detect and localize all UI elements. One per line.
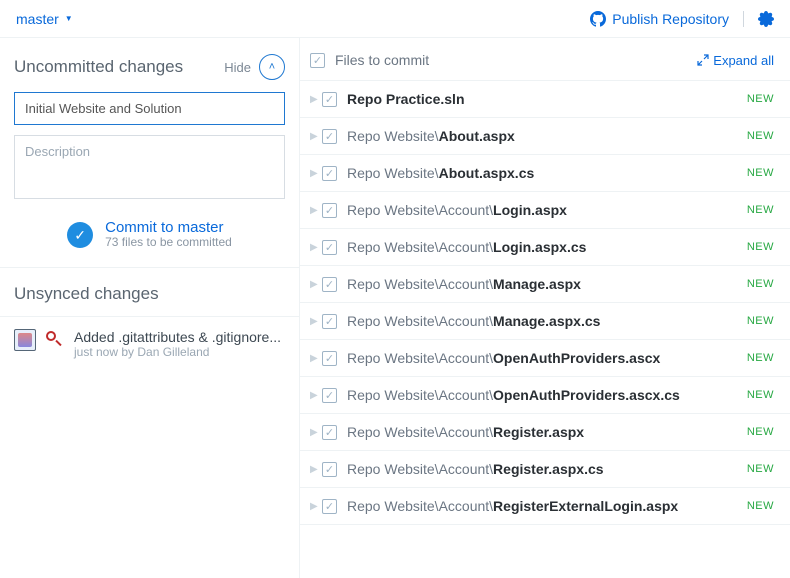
file-path: Repo Website\Account\OpenAuthProviders.a…	[347, 387, 747, 403]
file-path: Repo Practice.sln	[347, 91, 747, 107]
file-path: Repo Website\About.aspx.cs	[347, 165, 747, 181]
file-status-badge: NEW	[747, 426, 774, 438]
file-status-badge: NEW	[747, 130, 774, 142]
section-title: Uncommitted changes	[14, 57, 224, 77]
commit-button-sub: 73 files to be committed	[105, 235, 232, 251]
file-checkbox[interactable]	[322, 203, 337, 218]
file-checkbox[interactable]	[322, 388, 337, 403]
commit-button[interactable]: ✓ Commit to master 73 files to be commit…	[14, 220, 285, 251]
file-status-badge: NEW	[747, 463, 774, 475]
file-row[interactable]: ▶ Repo Website\About.aspxNEW	[300, 118, 790, 155]
file-path: Repo Website\Account\Manage.aspx.cs	[347, 313, 747, 329]
expand-caret-icon[interactable]: ▶	[310, 205, 322, 216]
file-row[interactable]: ▶ Repo Website\About.aspx.csNEW	[300, 155, 790, 192]
file-row[interactable]: ▶ Repo Website\Account\Login.aspx.csNEW	[300, 229, 790, 266]
expand-caret-icon[interactable]: ▶	[310, 427, 322, 438]
file-row[interactable]: ▶ Repo Website\Account\OpenAuthProviders.…	[300, 377, 790, 414]
divider	[743, 11, 744, 27]
file-path: Repo Website\Account\Register.aspx	[347, 424, 747, 440]
file-checkbox[interactable]	[322, 462, 337, 477]
expand-caret-icon[interactable]: ▶	[310, 390, 322, 401]
files-panel: Files to commit Expand all ▶ Repo Practic…	[300, 38, 790, 578]
commit-form: ✓ Commit to master 73 files to be commit…	[0, 92, 299, 268]
file-status-badge: NEW	[747, 93, 774, 105]
file-row[interactable]: ▶ Repo Website\Account\OpenAuthProviders.…	[300, 340, 790, 377]
expand-caret-icon[interactable]: ▶	[310, 94, 322, 105]
file-path: Repo Website\Account\Register.aspx.cs	[347, 461, 747, 477]
gear-icon	[758, 11, 774, 27]
file-path: Repo Website\Account\OpenAuthProviders.a…	[347, 350, 747, 366]
file-checkbox[interactable]	[322, 166, 337, 181]
chevron-up-icon: ˄	[269, 61, 275, 73]
file-status-badge: NEW	[747, 389, 774, 401]
file-path: Repo Website\Account\RegisterExternalLog…	[347, 498, 747, 514]
file-path: Repo Website\Account\Login.aspx.cs	[347, 239, 747, 255]
expand-caret-icon[interactable]: ▶	[310, 316, 322, 327]
expand-caret-icon[interactable]: ▶	[310, 464, 322, 475]
chevron-down-icon: ▼	[65, 14, 73, 23]
file-checkbox[interactable]	[322, 92, 337, 107]
file-checkbox[interactable]	[322, 499, 337, 514]
publish-label: Publish Repository	[612, 11, 729, 27]
files-header-label: Files to commit	[335, 52, 697, 68]
settings-button[interactable]	[758, 11, 774, 27]
expand-icon	[697, 54, 709, 66]
file-checkbox[interactable]	[322, 240, 337, 255]
file-row[interactable]: ▶ Repo Website\Account\Login.aspxNEW	[300, 192, 790, 229]
file-checkbox[interactable]	[322, 425, 337, 440]
file-status-badge: NEW	[747, 278, 774, 290]
github-icon	[590, 11, 606, 27]
file-status-badge: NEW	[747, 204, 774, 216]
file-path: Repo Website\Account\Login.aspx	[347, 202, 747, 218]
file-status-badge: NEW	[747, 241, 774, 253]
top-bar: master ▼ Publish Repository	[0, 0, 790, 38]
file-status-badge: NEW	[747, 352, 774, 364]
left-panel: Uncommitted changes Hide ˄ ✓ Commit to m…	[0, 38, 300, 578]
commit-message: Added .gitattributes & .gitignore...	[74, 329, 281, 345]
check-icon: ✓	[67, 222, 93, 248]
expand-caret-icon[interactable]: ▶	[310, 353, 322, 364]
file-row[interactable]: ▶ Repo Practice.slnNEW	[300, 81, 790, 118]
branch-selector[interactable]: master ▼	[16, 11, 73, 27]
expand-caret-icon[interactable]: ▶	[310, 242, 322, 253]
file-checkbox[interactable]	[322, 351, 337, 366]
file-status-badge: NEW	[747, 315, 774, 327]
file-row[interactable]: ▶ Repo Website\Account\Manage.aspx.csNEW	[300, 303, 790, 340]
branch-name: master	[16, 11, 59, 27]
magnifier-icon	[46, 331, 64, 349]
collapse-button[interactable]: ˄	[259, 54, 285, 80]
file-row[interactable]: ▶ Repo Website\Account\Register.aspxNEW	[300, 414, 790, 451]
uncommitted-changes-header: Uncommitted changes Hide ˄	[0, 38, 299, 92]
commit-subject-input[interactable]	[14, 92, 285, 125]
unsynced-commit-item[interactable]: Added .gitattributes & .gitignore... jus…	[0, 317, 299, 371]
file-checkbox[interactable]	[322, 129, 337, 144]
files-header: Files to commit Expand all	[300, 38, 790, 81]
file-status-badge: NEW	[747, 500, 774, 512]
publish-repository-button[interactable]: Publish Repository	[590, 11, 729, 27]
avatar	[14, 329, 36, 351]
file-row[interactable]: ▶ Repo Website\Account\Manage.aspxNEW	[300, 266, 790, 303]
commit-description-input[interactable]	[14, 135, 285, 199]
hide-button[interactable]: Hide	[224, 60, 251, 75]
file-checkbox[interactable]	[322, 277, 337, 292]
expand-caret-icon[interactable]: ▶	[310, 131, 322, 142]
select-all-checkbox[interactable]	[310, 53, 325, 68]
expand-caret-icon[interactable]: ▶	[310, 168, 322, 179]
unsynced-changes-header: Unsynced changes	[0, 268, 299, 317]
expand-caret-icon[interactable]: ▶	[310, 279, 322, 290]
file-row[interactable]: ▶ Repo Website\Account\Register.aspx.csNE…	[300, 451, 790, 488]
commit-button-label: Commit to master	[105, 220, 232, 235]
file-path: Repo Website\About.aspx	[347, 128, 747, 144]
expand-caret-icon[interactable]: ▶	[310, 501, 322, 512]
file-row[interactable]: ▶ Repo Website\Account\RegisterExternalLo…	[300, 488, 790, 525]
expand-all-button[interactable]: Expand all	[697, 53, 774, 68]
commit-meta: just now by Dan Gilleland	[74, 345, 281, 359]
file-checkbox[interactable]	[322, 314, 337, 329]
file-status-badge: NEW	[747, 167, 774, 179]
file-path: Repo Website\Account\Manage.aspx	[347, 276, 747, 292]
